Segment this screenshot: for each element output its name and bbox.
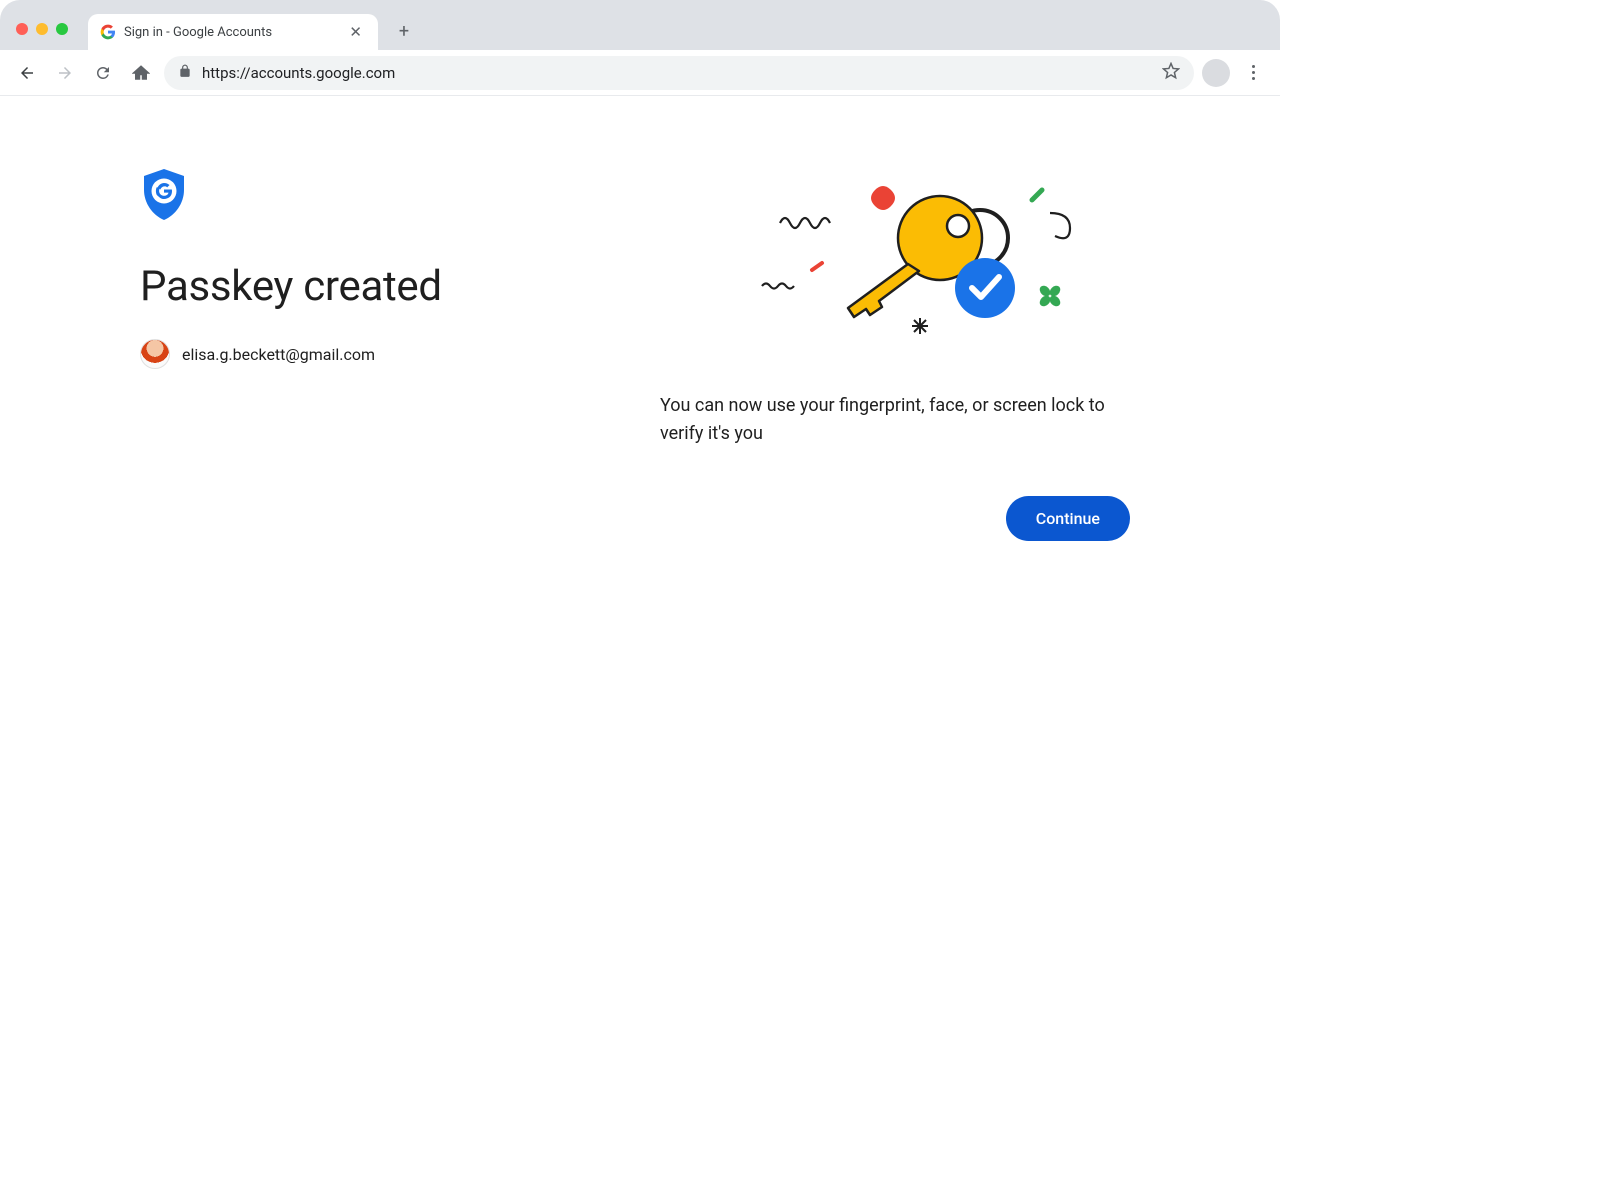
- browser-toolbar: https://accounts.google.com: [0, 50, 1280, 96]
- google-shield-logo: [140, 168, 188, 222]
- window-controls: [16, 23, 68, 35]
- lock-icon: [178, 64, 192, 82]
- right-column: You can now use your fingerprint, face, …: [660, 168, 1140, 541]
- arrow-right-icon: [56, 64, 74, 82]
- google-favicon: [100, 24, 116, 40]
- bookmark-star-icon[interactable]: [1162, 62, 1180, 84]
- description-text: You can now use your fingerprint, face, …: [660, 392, 1140, 448]
- home-button[interactable]: [126, 58, 156, 88]
- forward-button[interactable]: [50, 58, 80, 88]
- menu-dots-icon: [1252, 65, 1255, 68]
- back-button[interactable]: [12, 58, 42, 88]
- user-avatar: [140, 339, 170, 369]
- passkey-illustration: [710, 168, 1090, 368]
- home-icon: [132, 64, 150, 82]
- account-chip[interactable]: elisa.g.beckett@gmail.com: [140, 339, 620, 369]
- tab-title: Sign in - Google Accounts: [124, 25, 345, 40]
- new-tab-button[interactable]: +: [390, 17, 418, 45]
- close-tab-icon[interactable]: ✕: [345, 21, 366, 43]
- account-email: elisa.g.beckett@gmail.com: [182, 345, 375, 364]
- page-heading: Passkey created: [140, 262, 620, 311]
- reload-icon: [94, 64, 112, 82]
- arrow-left-icon: [18, 64, 36, 82]
- button-row: Continue: [660, 496, 1130, 541]
- minimize-window-button[interactable]: [36, 23, 48, 35]
- tab-strip: Sign in - Google Accounts ✕ +: [0, 4, 1280, 50]
- browser-chrome: Sign in - Google Accounts ✕ + https://ac…: [0, 0, 1280, 96]
- browser-menu-button[interactable]: [1238, 58, 1268, 88]
- url-text: https://accounts.google.com: [202, 64, 395, 82]
- page-content: Passkey created elisa.g.beckett@gmail.co…: [0, 96, 1280, 541]
- left-column: Passkey created elisa.g.beckett@gmail.co…: [140, 168, 620, 541]
- reload-button[interactable]: [88, 58, 118, 88]
- close-window-button[interactable]: [16, 23, 28, 35]
- browser-tab[interactable]: Sign in - Google Accounts ✕: [88, 14, 378, 50]
- continue-button[interactable]: Continue: [1006, 496, 1130, 541]
- address-bar[interactable]: https://accounts.google.com: [164, 56, 1194, 90]
- profile-avatar-button[interactable]: [1202, 59, 1230, 87]
- maximize-window-button[interactable]: [56, 23, 68, 35]
